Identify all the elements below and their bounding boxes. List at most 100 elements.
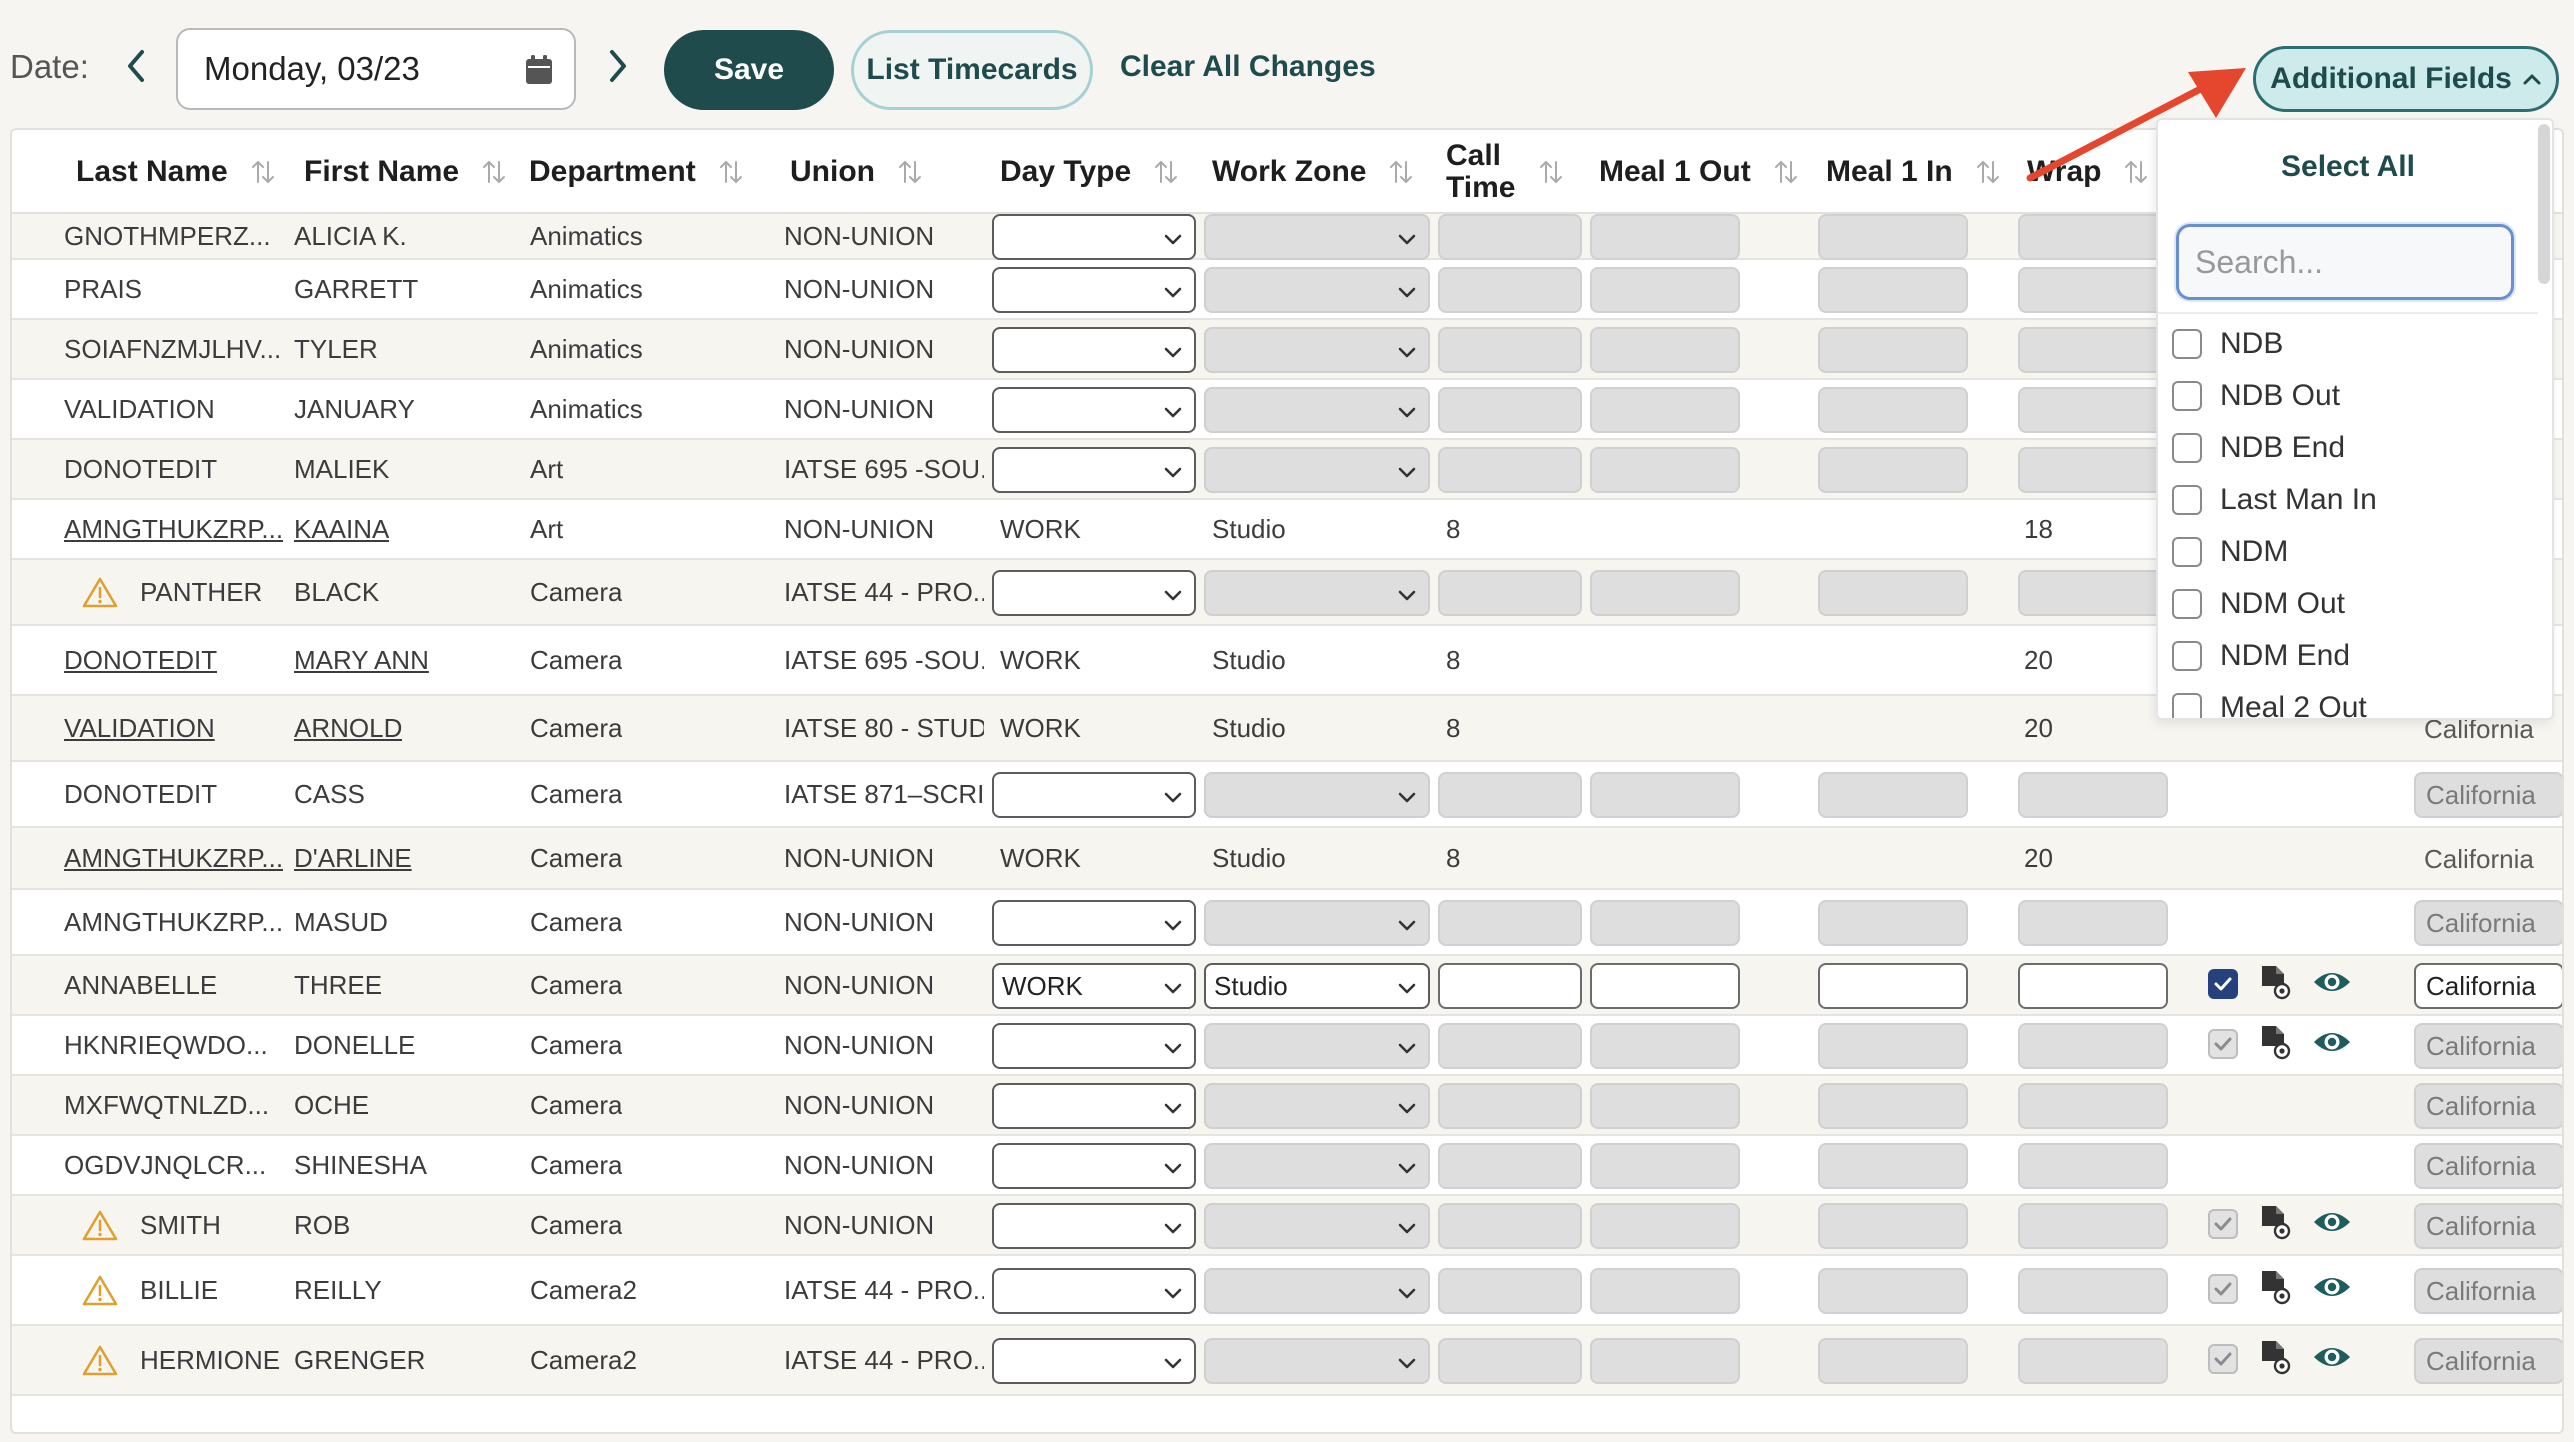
- column-header-department[interactable]: Department: [529, 130, 744, 214]
- sort-icon[interactable]: [1538, 158, 1564, 186]
- column-header-union[interactable]: Union: [790, 130, 923, 214]
- sort-icon[interactable]: [481, 158, 507, 186]
- meal-1-out-input[interactable]: [1590, 387, 1740, 433]
- sort-icon[interactable]: [2123, 158, 2149, 186]
- sort-icon[interactable]: [1773, 158, 1799, 186]
- work-zone-select[interactable]: [1204, 1338, 1430, 1384]
- sort-icon[interactable]: [718, 158, 744, 186]
- wrap-input[interactable]: [2018, 447, 2168, 493]
- day-type-select[interactable]: [992, 1268, 1196, 1314]
- column-header-call-time[interactable]: Call Time: [1446, 130, 1564, 214]
- work-zone-select[interactable]: [1204, 447, 1430, 493]
- state-input[interactable]: California: [2414, 1083, 2562, 1129]
- meal-1-out-input[interactable]: [1590, 1143, 1740, 1189]
- first-name-cell[interactable]: KAAINA: [294, 500, 389, 558]
- select-all-button[interactable]: Select All: [2158, 150, 2538, 184]
- field-option-checkbox[interactable]: [2172, 693, 2202, 718]
- sort-icon[interactable]: [1388, 158, 1414, 186]
- work-zone-select[interactable]: [1204, 1023, 1430, 1069]
- field-option-checkbox[interactable]: [2172, 485, 2202, 515]
- next-date-button[interactable]: [598, 44, 638, 88]
- wrap-input[interactable]: [2018, 327, 2168, 373]
- wrap-input[interactable]: [2018, 570, 2168, 616]
- meal-1-out-input[interactable]: [1590, 327, 1740, 373]
- last-name-cell[interactable]: VALIDATION: [64, 696, 215, 760]
- call-time-input[interactable]: [1438, 214, 1582, 260]
- work-zone-select[interactable]: [1204, 214, 1430, 260]
- day-type-select[interactable]: [992, 772, 1196, 818]
- state-input[interactable]: California: [2414, 1268, 2562, 1314]
- work-zone-select[interactable]: [1204, 267, 1430, 313]
- wrap-input[interactable]: [2018, 1143, 2168, 1189]
- field-option-ndb[interactable]: NDB: [2172, 318, 2532, 370]
- meal-1-in-input[interactable]: [1818, 570, 1968, 616]
- wrap-input[interactable]: [2018, 1203, 2168, 1249]
- work-zone-select[interactable]: [1204, 1203, 1430, 1249]
- day-type-select[interactable]: [992, 214, 1196, 260]
- wrap-input[interactable]: [2018, 267, 2168, 313]
- last-name-cell[interactable]: AMNGTHUKZRP...: [64, 828, 283, 888]
- meal-1-in-input[interactable]: [1818, 900, 1968, 946]
- sort-icon[interactable]: [1975, 158, 2001, 186]
- field-option-checkbox[interactable]: [2172, 381, 2202, 411]
- wrap-input[interactable]: [2018, 1268, 2168, 1314]
- call-time-input[interactable]: [1438, 267, 1582, 313]
- meal-1-in-input[interactable]: [1818, 387, 1968, 433]
- day-type-select[interactable]: [992, 387, 1196, 433]
- eye-icon[interactable]: [2312, 1342, 2352, 1372]
- field-option-last-man-in[interactable]: Last Man In: [2172, 474, 2532, 526]
- call-time-input[interactable]: [1438, 963, 1582, 1009]
- eye-icon[interactable]: [2312, 967, 2352, 997]
- field-option-checkbox[interactable]: [2172, 329, 2202, 359]
- state-input[interactable]: California: [2414, 1338, 2562, 1384]
- document-preview-icon[interactable]: [2258, 1024, 2292, 1060]
- day-type-select[interactable]: [992, 267, 1196, 313]
- call-time-input[interactable]: [1438, 1268, 1582, 1314]
- state-input[interactable]: California: [2414, 963, 2562, 1009]
- wrap-input[interactable]: [2018, 963, 2168, 1009]
- work-zone-select[interactable]: [1204, 327, 1430, 373]
- meal-1-out-input[interactable]: [1590, 447, 1740, 493]
- date-input[interactable]: Monday, 03/23: [176, 28, 576, 110]
- field-option-checkbox[interactable]: [2172, 537, 2202, 567]
- save-button[interactable]: Save: [664, 30, 834, 110]
- call-time-input[interactable]: [1438, 900, 1582, 946]
- meal-1-in-input[interactable]: [1818, 1143, 1968, 1189]
- meal-1-in-input[interactable]: [1818, 772, 1968, 818]
- fields-search-input[interactable]: Search...: [2176, 224, 2514, 300]
- field-option-meal-2-out[interactable]: Meal 2 Out: [2172, 682, 2532, 718]
- work-zone-select[interactable]: [1204, 900, 1430, 946]
- column-header-wrap[interactable]: Wrap: [2027, 130, 2149, 214]
- first-name-cell[interactable]: D'ARLINE: [294, 828, 412, 888]
- meal-1-out-input[interactable]: [1590, 1083, 1740, 1129]
- wrap-input[interactable]: [2018, 1023, 2168, 1069]
- meal-1-out-input[interactable]: [1590, 1268, 1740, 1314]
- day-type-select[interactable]: [992, 900, 1196, 946]
- work-zone-select[interactable]: [1204, 570, 1430, 616]
- meal-1-out-input[interactable]: [1590, 963, 1740, 1009]
- call-time-input[interactable]: [1438, 570, 1582, 616]
- work-zone-select[interactable]: Studio: [1204, 963, 1430, 1009]
- meal-1-in-input[interactable]: [1818, 1203, 1968, 1249]
- day-type-select[interactable]: WORK: [992, 963, 1196, 1009]
- state-input[interactable]: California: [2414, 1203, 2562, 1249]
- meal-1-in-input[interactable]: [1818, 1083, 1968, 1129]
- eye-icon[interactable]: [2312, 1272, 2352, 1302]
- sort-icon[interactable]: [1153, 158, 1179, 186]
- work-zone-select[interactable]: [1204, 1143, 1430, 1189]
- eye-icon[interactable]: [2312, 1207, 2352, 1237]
- work-zone-select[interactable]: [1204, 1083, 1430, 1129]
- first-name-cell[interactable]: MARY ANN: [294, 626, 429, 694]
- meal-1-in-input[interactable]: [1818, 267, 1968, 313]
- call-time-input[interactable]: [1438, 1083, 1582, 1129]
- list-timecards-button[interactable]: List Timecards: [851, 30, 1093, 110]
- meal-1-in-input[interactable]: [1818, 963, 1968, 1009]
- call-time-input[interactable]: [1438, 772, 1582, 818]
- field-option-checkbox[interactable]: [2172, 641, 2202, 671]
- call-time-input[interactable]: [1438, 1023, 1582, 1069]
- day-type-select[interactable]: [992, 1143, 1196, 1189]
- call-time-input[interactable]: [1438, 447, 1582, 493]
- wrap-input[interactable]: [2018, 900, 2168, 946]
- last-name-cell[interactable]: AMNGTHUKZRP...: [64, 500, 283, 558]
- field-option-ndb-out[interactable]: NDB Out: [2172, 370, 2532, 422]
